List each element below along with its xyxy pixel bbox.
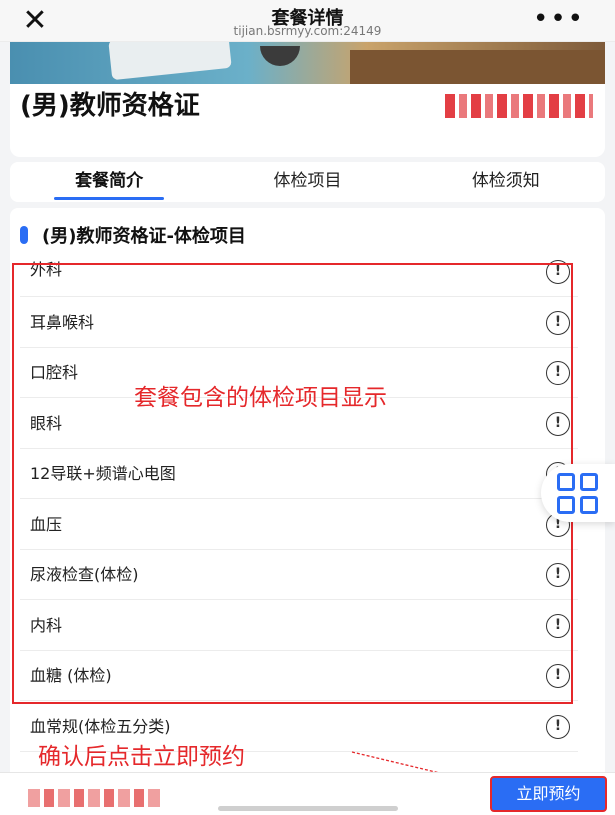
annotation-highlight-box: [12, 263, 573, 704]
redacted-price: [445, 94, 593, 118]
section-marker: [20, 226, 28, 244]
annotation-center-note: 套餐包含的体检项目显示: [134, 385, 387, 411]
package-banner-image: [10, 42, 605, 84]
home-indicator: [218, 806, 398, 811]
grid-icon: [557, 472, 598, 514]
book-now-button[interactable]: 立即预约: [490, 776, 607, 812]
item-label: 血常规(体检五分类): [30, 716, 171, 736]
package-title: (男)教师资格证: [20, 91, 200, 121]
page-url: tijian.bsrmyy.com:24149: [233, 24, 382, 38]
redacted-price-bottom: [28, 789, 160, 807]
tab-bar: 套餐简介 体检项目 体检须知: [10, 162, 605, 202]
annotation-bottom-note: 确认后点击立即预约: [38, 744, 245, 770]
info-icon[interactable]: !: [546, 714, 570, 739]
tab-exam-notice[interactable]: 体检须知: [407, 162, 605, 202]
top-nav-bar: ✕ 套餐详情 tijian.bsrmyy.com:24149 •••: [0, 0, 615, 42]
tab-exam-items[interactable]: 体检项目: [208, 162, 406, 202]
more-icon[interactable]: •••: [533, 4, 585, 34]
section-title: (男)教师资格证-体检项目: [42, 226, 246, 247]
package-header-card: (男)教师资格证: [10, 42, 605, 157]
tab-package-intro[interactable]: 套餐简介: [10, 162, 208, 202]
section-header: (男)教师资格证-体检项目: [20, 222, 246, 248]
floating-menu-button[interactable]: [541, 464, 615, 522]
